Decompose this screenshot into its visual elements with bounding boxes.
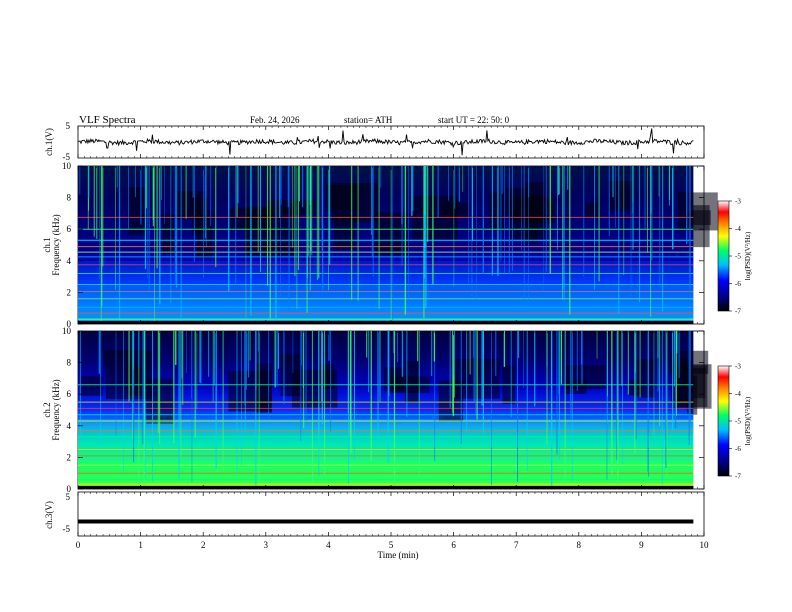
spectrogram-energy-band: [78, 419, 694, 433]
spectrogram-dark-patch: [585, 202, 598, 217]
spectrogram-dark-patch: [565, 365, 606, 390]
y-tick-label: 4: [67, 421, 72, 431]
figure-title: VLF Spectra: [79, 114, 136, 126]
ch1-spectrogram-panel: 0246810 ch.1 Frequency (kHz): [42, 161, 718, 329]
ch3-ytick-top: 5: [66, 492, 71, 502]
colorbar-tick-label: -4: [735, 390, 741, 398]
y-tick-label: 8: [67, 358, 72, 368]
x-tick-label: 5: [389, 540, 394, 550]
spectrogram-dark-patch: [508, 205, 520, 221]
spectrogram-baseline: [78, 486, 694, 489]
y-tick-label: 6: [67, 389, 72, 399]
colorbar-tick-label: -6: [735, 280, 741, 288]
x-axis-tick-labels: 0 1 2 3 4 5 6 7 8 9 10: [76, 540, 709, 550]
x-tick-label: 4: [326, 540, 331, 550]
spectrogram-dark-patch: [608, 181, 634, 211]
y-tick-label: 4: [67, 256, 72, 266]
colorbar-tick-label: -5: [735, 253, 741, 261]
spectrogram-energy-band: [78, 260, 694, 285]
x-tick-label: 1: [138, 540, 143, 550]
spectrogram-energy-band: [78, 451, 694, 471]
x-tick-label: 10: [700, 540, 710, 550]
spectrogram-dark-patch: [267, 200, 316, 215]
spectrogram-dark-patch: [671, 358, 689, 403]
y-tick-label: 10: [62, 161, 72, 171]
colorbar-tick-label: -7: [735, 473, 741, 481]
ch3-ytick-bottom: -5: [63, 524, 71, 534]
spectrogram-dark-patch: [80, 376, 103, 396]
colorbar-tick-label: -6: [735, 445, 741, 453]
ch1-waveform-panel: 5 -5 ch.1(V): [44, 121, 705, 162]
ch2-spectrogram-ylabel-frequency: Frequency (kHz): [51, 379, 61, 440]
colorbar-tick-label: -4: [735, 225, 741, 233]
vlf-spectra-figure: VLF Spectra Feb. 24, 2026 station= ATH s…: [42, 114, 752, 560]
y-tick-label: 8: [67, 193, 72, 203]
x-tick-label: 6: [451, 540, 456, 550]
ch1-spectrogram-image: [78, 166, 718, 325]
x-tick-label: 7: [514, 540, 519, 550]
y-tick-label: 10: [62, 326, 72, 336]
y-tick-label: 2: [67, 287, 72, 297]
spectrogram-dark-patch: [255, 363, 272, 413]
ch2-colorbar-label: log(PSD)(V²/Hz): [744, 396, 752, 445]
ch2-spectrogram-panel: 0246810 ch.2 Frequency (kHz): [42, 326, 712, 494]
x-axis-label: Time (min): [378, 550, 419, 560]
x-tick-label: 0: [76, 540, 81, 550]
spectrogram-dark-patch: [127, 187, 146, 236]
y-tick-label: 6: [67, 224, 72, 234]
ch1-spectrogram-ylabel-frequency: Frequency (kHz): [51, 214, 61, 275]
ch1-ytick-top: 5: [66, 121, 71, 131]
spectrogram-dark-patch: [692, 205, 710, 248]
spectrogram-dark-patch: [635, 359, 655, 398]
colorbar-tick-label: -7: [735, 308, 741, 316]
ch2-spectrogram-image: [78, 331, 712, 490]
ch2-colorbar: -3 -4 -5 -6 -7 log(PSD)(V²/Hz): [717, 363, 752, 481]
ch3-ylabel: ch.3(V): [44, 501, 54, 529]
spectrogram-dark-patch: [690, 368, 706, 399]
ch1-colorbar: -3 -4 -5 -6 -7 log(PSD)(V²/Hz): [717, 198, 752, 316]
ch1-ylabel: ch.1(V): [44, 128, 54, 156]
date-label: Feb. 24, 2026: [250, 115, 300, 125]
x-tick-label: 2: [201, 540, 206, 550]
ch1-colorbar-label: log(PSD)(V²/Hz): [744, 231, 752, 280]
colorbar-tick-label: -3: [735, 198, 741, 206]
station-label: station= ATH: [344, 115, 393, 125]
x-tick-label: 9: [639, 540, 644, 550]
spectrogram-baseline: [78, 321, 694, 324]
colorbar-tick-label: -5: [735, 418, 741, 426]
colorbar-tick-label: -3: [735, 363, 741, 371]
spectrogram-dark-patch: [438, 380, 464, 422]
x-tick-label: 3: [264, 540, 269, 550]
start-time-label: start UT = 22: 50: 0: [438, 115, 510, 125]
spectrogram-dark-patch: [332, 183, 378, 223]
spectrogram-energy-band: [78, 284, 694, 317]
ch3-waveform-panel: 5 -5 ch.3(V): [44, 491, 705, 537]
x-tick-label: 8: [577, 540, 582, 550]
spectrogram-dark-patch: [442, 203, 469, 217]
y-tick-label: 2: [67, 452, 72, 462]
spectrogram-energy-band: [78, 432, 694, 448]
